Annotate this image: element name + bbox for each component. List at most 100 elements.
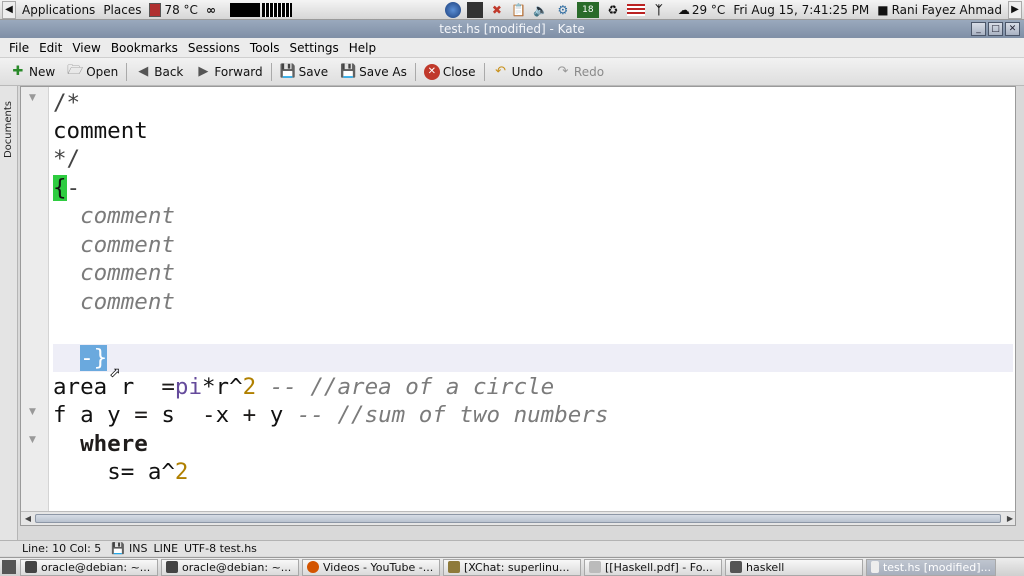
save-as-button[interactable]: 💾 Save As bbox=[334, 61, 413, 83]
us-flag-icon[interactable] bbox=[626, 3, 645, 16]
back-button[interactable]: ◀ Back bbox=[129, 61, 189, 83]
scrollbar-thumb[interactable] bbox=[35, 514, 1001, 523]
taskbar-item-label: test.hs [modified]... bbox=[882, 560, 991, 574]
workspace-switcher-icon[interactable]: 18 bbox=[576, 1, 599, 18]
undo-icon: ↶ bbox=[495, 64, 507, 79]
number-literal: 2 bbox=[242, 374, 257, 400]
maximize-button[interactable]: □ bbox=[988, 22, 1003, 36]
menu-view[interactable]: View bbox=[67, 41, 105, 55]
panel-right-arrow[interactable]: ▶ bbox=[1008, 0, 1022, 19]
encoding-filename: UTF-8 test.hs bbox=[184, 542, 257, 555]
taskbar-item[interactable]: Videos - YouTube -... bbox=[302, 558, 440, 576]
taskbar-item[interactable]: oracle@debian: ~... bbox=[20, 558, 158, 576]
taskbar-item[interactable]: [[Haskell.pdf] - Fo... bbox=[584, 558, 722, 576]
arrow-right-icon: ▶ bbox=[198, 64, 209, 79]
applications-menu[interactable]: Applications bbox=[18, 0, 99, 19]
window-titlebar[interactable]: test.hs [modified] - Kate _ □ ✕ bbox=[0, 20, 1024, 38]
places-menu[interactable]: Places bbox=[99, 0, 145, 19]
menu-bookmarks[interactable]: Bookmarks bbox=[106, 41, 183, 55]
taskbar-item[interactable]: [XChat: superlinu... bbox=[443, 558, 581, 576]
close-icon: ✕ bbox=[423, 63, 440, 80]
fold-marker[interactable]: ▼ bbox=[29, 407, 41, 417]
toolbar-separator bbox=[126, 62, 128, 81]
open-button[interactable]: 🗁 Open bbox=[61, 61, 124, 83]
block-comment-text: comment bbox=[80, 260, 175, 286]
cursor-position: Line: 10 Col: 5 bbox=[22, 542, 102, 555]
identifier-pi: pi bbox=[174, 374, 203, 400]
insert-mode[interactable]: INS bbox=[129, 542, 147, 555]
kate-icon bbox=[871, 561, 879, 573]
save-label: Save bbox=[298, 64, 329, 79]
bluetooth-icon[interactable]: ᛉ bbox=[651, 2, 667, 18]
redo-button[interactable]: ↷ Redo bbox=[549, 61, 610, 83]
save-button[interactable]: 💾 Save bbox=[274, 61, 334, 83]
menu-sessions[interactable]: Sessions bbox=[183, 41, 245, 55]
show-desktop-icon[interactable] bbox=[2, 560, 16, 574]
taskbar-item-label: [XChat: superlinu... bbox=[464, 560, 570, 574]
function-name: f a y bbox=[53, 402, 135, 428]
menu-tools[interactable]: Tools bbox=[245, 41, 285, 55]
code-area[interactable]: /* comment */ {- comment comment comment… bbox=[53, 87, 1013, 525]
line-comment: -- //sum of two numbers bbox=[283, 402, 609, 428]
forward-button[interactable]: ▶ Forward bbox=[189, 61, 268, 83]
save-icon: 💾 bbox=[279, 64, 296, 79]
user-menu[interactable]: ■ Rani Fayez Ahmad bbox=[873, 0, 1006, 19]
fold-marker[interactable]: ▼ bbox=[29, 93, 41, 103]
weather-applet[interactable]: ☁ 29 °C bbox=[674, 0, 729, 19]
window-controls: _ □ ✕ bbox=[971, 22, 1020, 36]
update-icon[interactable]: ♻ bbox=[605, 2, 621, 18]
fold-marker[interactable]: ▼ bbox=[29, 435, 41, 445]
arrow-left-icon: ◀ bbox=[138, 64, 149, 79]
pdf-icon bbox=[589, 561, 601, 573]
folding-gutter[interactable]: ▼ ▼ ▼ bbox=[21, 87, 49, 525]
undo-button[interactable]: ↶ Undo bbox=[487, 61, 549, 83]
code-line: comment bbox=[53, 288, 1013, 316]
volume-icon[interactable]: 🔈 bbox=[533, 2, 549, 18]
clipboard-icon[interactable]: 📋 bbox=[511, 2, 527, 18]
xchat-icon bbox=[448, 561, 460, 573]
clock[interactable]: Fri Aug 15, 7:41:25 PM bbox=[729, 0, 873, 19]
menu-edit[interactable]: Edit bbox=[34, 41, 67, 55]
system-monitor-applet[interactable]: ∞ bbox=[202, 0, 296, 19]
current-line: -} bbox=[53, 344, 1013, 372]
toolbar-separator bbox=[483, 62, 485, 81]
taskbar-item-label: haskell bbox=[746, 560, 785, 574]
status-bar: Line: 10 Col: 5 💾 INS LINE UTF-8 test.hs bbox=[0, 540, 1024, 556]
documents-tab[interactable]: Documents bbox=[1, 88, 17, 170]
close-window-button[interactable]: ✕ bbox=[1005, 22, 1020, 36]
menu-file[interactable]: File bbox=[4, 41, 34, 55]
horizontal-scrollbar[interactable]: ◀ ▶ bbox=[21, 511, 1015, 525]
scroll-left-icon[interactable]: ◀ bbox=[22, 513, 34, 524]
editor-view[interactable]: ▼ ▼ ▼ /* comment */ {- comment comment c… bbox=[20, 86, 1016, 526]
new-button[interactable]: ✚ New bbox=[4, 61, 61, 83]
weather-icon: ☁ bbox=[677, 2, 690, 17]
window-title: test.hs [modified] - Kate bbox=[439, 22, 585, 36]
globe-icon[interactable] bbox=[444, 1, 461, 18]
memory-graph bbox=[261, 2, 292, 17]
selection-mode[interactable]: LINE bbox=[153, 542, 178, 555]
scroll-right-icon[interactable]: ▶ bbox=[1004, 513, 1015, 524]
taskbar-item[interactable]: haskell bbox=[725, 558, 863, 576]
documents-tab-label: Documents bbox=[3, 100, 15, 158]
keyword-where: where bbox=[80, 431, 148, 457]
minimize-button[interactable]: _ bbox=[971, 22, 986, 36]
cpu-temp-applet: 78 °C bbox=[145, 0, 201, 19]
code-line: /* bbox=[53, 89, 1013, 117]
panel-left-arrow[interactable]: ◀ bbox=[2, 0, 16, 19]
tools-icon[interactable]: ✖ bbox=[489, 2, 505, 18]
block-comment-text: comment bbox=[80, 289, 175, 315]
network-icon[interactable]: ⚙ bbox=[555, 2, 571, 18]
new-document-icon: ✚ bbox=[12, 64, 24, 79]
top-panel: ◀ Applications Places 78 °C ∞ ✖ 📋 🔈 ⚙ 18… bbox=[0, 0, 1024, 20]
close-button[interactable]: ✕ Close bbox=[418, 61, 482, 83]
monitor-icon[interactable] bbox=[466, 1, 483, 18]
code-line: comment bbox=[53, 231, 1013, 259]
menu-settings[interactable]: Settings bbox=[284, 41, 343, 55]
expression: s= a^ bbox=[107, 459, 175, 485]
cpu-temperature: 78 °C bbox=[164, 2, 198, 17]
menu-help[interactable]: Help bbox=[344, 41, 381, 55]
terminal-icon bbox=[25, 561, 37, 573]
code-line: comment bbox=[53, 259, 1013, 287]
taskbar-item-active[interactable]: test.hs [modified]... bbox=[866, 558, 996, 576]
taskbar-item[interactable]: oracle@debian: ~... bbox=[161, 558, 299, 576]
